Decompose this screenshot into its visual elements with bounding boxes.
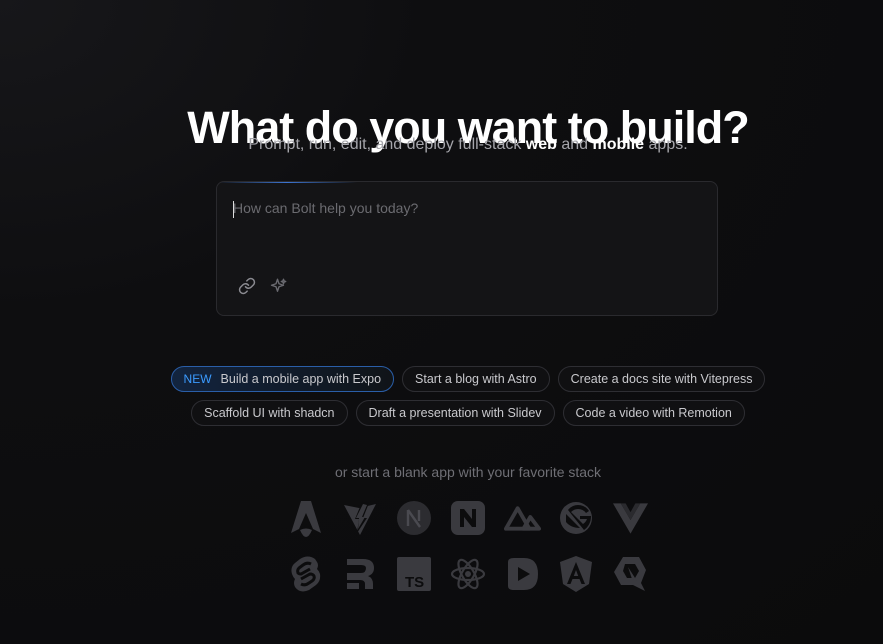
svg-text:TS: TS [405,574,424,591]
nuxt-ui-icon[interactable] [450,499,487,537]
chip-label: Start a blog with Astro [415,372,537,386]
suggestion-chip-slidev[interactable]: Draft a presentation with Slidev [355,400,555,426]
svelte-icon[interactable] [288,555,325,593]
chip-label: Scaffold UI with shadcn [204,406,335,420]
nextjs-icon[interactable] [396,499,433,537]
enhance-prompt-button[interactable] [268,277,290,299]
vite-icon[interactable] [342,499,379,537]
chip-label: Build a mobile app with Expo [220,372,382,386]
text-caret [233,201,234,218]
sparkle-icon [270,277,288,300]
page-subtitle: Prompt, run, edit, and deploy full-stack… [0,136,883,154]
prompt-box [216,181,718,316]
slidev-icon[interactable] [504,555,541,593]
vue-icon[interactable] [612,499,649,537]
subtitle-prefix: Prompt, run, edit, and deploy full-stack [248,136,526,153]
chip-label: Draft a presentation with Slidev [368,406,542,420]
prompt-input[interactable] [233,200,703,260]
attach-link-button[interactable] [236,277,258,299]
stack-grid: TS [0,499,883,611]
suggestion-chips: NEW Build a mobile app with Expo Start a… [0,366,883,434]
stack-row-1 [0,499,883,537]
suggestion-chip-vitepress[interactable]: Create a docs site with Vitepress [557,366,766,392]
astro-icon[interactable] [288,499,325,537]
react-icon[interactable] [450,555,487,593]
suggestion-row-2: Scaffold UI with shadcn Draft a presenta… [0,400,883,426]
gatsby-icon[interactable] [558,499,595,537]
new-badge: NEW [183,372,212,386]
suggestion-chip-remotion[interactable]: Code a video with Remotion [562,400,745,426]
chip-label: Create a docs site with Vitepress [570,372,753,386]
suggestion-chip-shadcn[interactable]: Scaffold UI with shadcn [191,400,348,426]
chip-label: Code a video with Remotion [575,406,732,420]
suggestion-chip-expo[interactable]: NEW Build a mobile app with Expo [170,366,395,392]
link-icon [238,277,256,300]
remix-icon[interactable] [342,555,379,593]
suggestion-row-1: NEW Build a mobile app with Expo Start a… [0,366,883,392]
angular-icon[interactable] [558,555,595,593]
subtitle-mobile: mobile [592,136,645,153]
qwik-icon[interactable] [612,555,649,593]
stack-row-2: TS [0,555,883,593]
suggestion-chip-astro[interactable]: Start a blog with Astro [402,366,550,392]
subtitle-web: web [525,136,557,153]
subtitle-suffix: apps. [644,136,688,153]
subtitle-and: and [556,136,593,153]
blank-app-text: or start a blank app with your favorite … [334,464,602,480]
nuxt-icon[interactable] [503,499,541,537]
page: What do you want to build? Prompt, run, … [0,0,883,644]
typescript-icon[interactable]: TS [396,555,433,593]
